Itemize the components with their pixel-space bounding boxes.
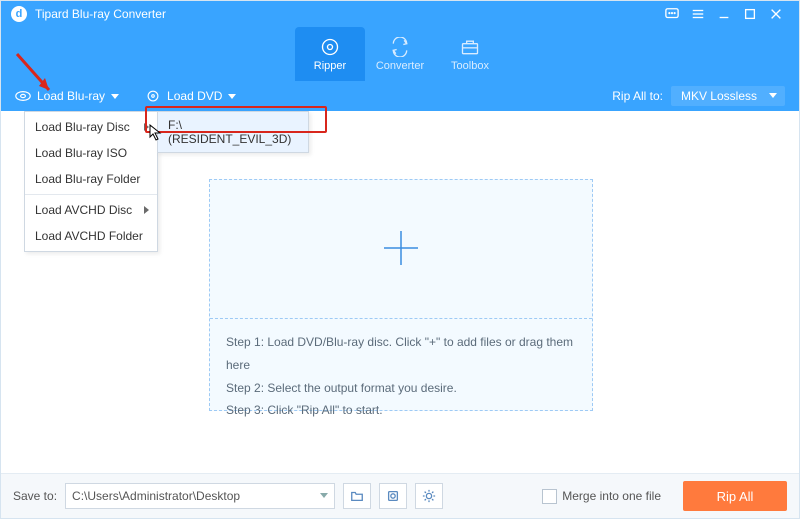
chevron-down-icon [228,94,236,99]
menu-load-bluray-iso[interactable]: Load Blu-ray ISO [25,140,157,166]
close-icon[interactable] [763,1,789,27]
merge-label: Merge into one file [562,489,661,503]
rip-all-select[interactable]: MKV Lossless [671,86,785,106]
menu-load-bluray-folder[interactable]: Load Blu-ray Folder [25,166,157,192]
app-title: Tipard Blu-ray Converter [35,7,166,21]
chevron-down-icon [320,493,328,498]
step-1-text: Step 1: Load DVD/Blu-ray disc. Click "+"… [226,331,576,377]
step-3-text: Step 3: Click "Rip All" to start. [226,399,576,422]
nav-bar: Ripper Converter Toolbox [1,27,799,81]
merge-checkbox[interactable]: Merge into one file [542,489,661,504]
bluray-icon [15,90,31,102]
load-dvd-label: Load DVD [167,89,222,103]
rip-all-label: Rip All to: [612,89,663,103]
drop-zone[interactable]: Step 1: Load DVD/Blu-ray disc. Click "+"… [209,179,593,411]
tab-ripper[interactable]: Ripper [295,27,365,81]
gear-icon [422,489,436,503]
chevron-down-icon [111,94,119,99]
plus-icon [380,227,422,272]
folder-icon [350,489,364,503]
chevron-down-icon [769,93,777,98]
menu-separator [25,194,157,195]
tab-label: Toolbox [451,60,489,72]
drop-zone-steps: Step 1: Load DVD/Blu-ray disc. Click "+"… [210,319,592,434]
disc-option[interactable]: F:\ (RESIDENT_EVIL_3D) [158,112,308,152]
browse-folder-button[interactable] [343,483,371,509]
tool-row: Load Blu-ray Load DVD Rip All to: MKV Lo… [1,81,799,111]
checkbox-icon [542,489,557,504]
menu-load-avchd-folder[interactable]: Load AVCHD Folder [25,223,157,249]
menu-load-avchd-disc[interactable]: Load AVCHD Disc [25,197,157,223]
drop-zone-add[interactable] [210,180,592,318]
app-logo-icon: d [11,6,27,22]
load-bluray-label: Load Blu-ray [37,89,105,103]
load-dvd-button[interactable]: Load DVD [145,89,236,103]
disc-icon [320,37,340,57]
convert-icon [390,37,410,57]
load-bluray-menu: Load Blu-ray Disc Load Blu-ray ISO Load … [24,111,158,252]
tab-label: Ripper [314,60,346,72]
maximize-icon[interactable] [737,1,763,27]
feedback-icon[interactable] [659,1,685,27]
rip-all-format: Rip All to: MKV Lossless [612,86,785,106]
save-to-path-value: C:\Users\Administrator\Desktop [72,489,240,503]
tab-converter[interactable]: Converter [365,27,435,81]
gear-chip-icon [386,489,400,503]
minimize-icon[interactable] [711,1,737,27]
rip-all-value: MKV Lossless [681,89,757,103]
rip-all-button[interactable]: Rip All [683,481,787,511]
settings-button[interactable] [379,483,407,509]
preferences-button[interactable] [415,483,443,509]
dvd-icon [145,90,161,102]
tab-toolbox[interactable]: Toolbox [435,27,505,81]
bottom-bar: Save to: C:\Users\Administrator\Desktop … [1,473,799,518]
toolbox-icon [460,37,480,57]
load-bluray-button[interactable]: Load Blu-ray [15,89,119,103]
save-to-label: Save to: [13,489,57,503]
step-2-text: Step 2: Select the output format you des… [226,377,576,400]
menu-load-bluray-disc[interactable]: Load Blu-ray Disc [25,114,157,140]
app-window: d Tipard Blu-ray Converter Ripper Conver… [0,0,800,519]
menu-icon[interactable] [685,1,711,27]
content-area: Load Blu-ray Disc Load Blu-ray ISO Load … [1,111,799,474]
tab-label: Converter [376,60,424,72]
disc-submenu: F:\ (RESIDENT_EVIL_3D) [157,111,309,153]
title-bar: d Tipard Blu-ray Converter [1,1,799,27]
save-to-path-select[interactable]: C:\Users\Administrator\Desktop [65,483,335,509]
